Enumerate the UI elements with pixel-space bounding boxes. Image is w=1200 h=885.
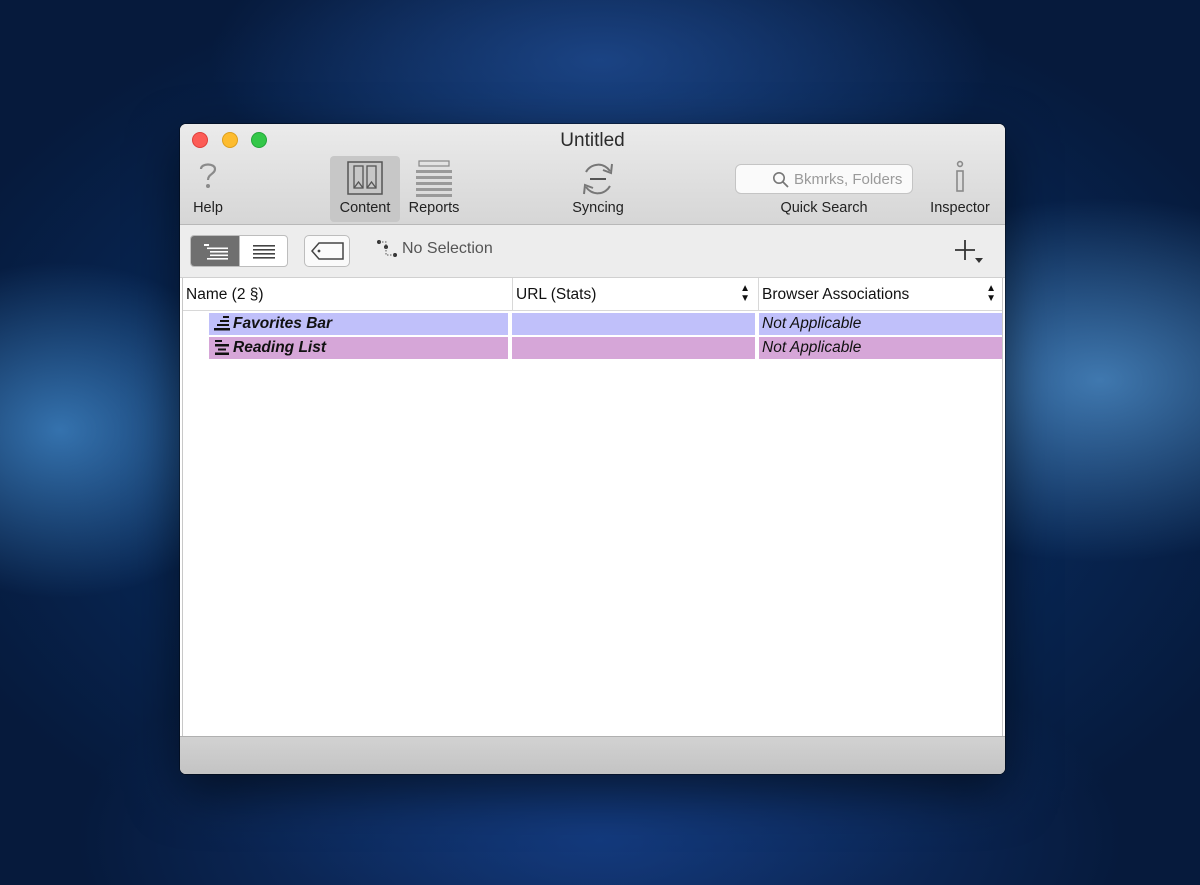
app-window: Untitled Help Content Reports Syncing Bk…	[180, 124, 1005, 774]
hierarchy-icon	[377, 240, 397, 257]
secondary-toolbar: No Selection	[180, 225, 1005, 278]
inspector-label: Inspector	[930, 200, 990, 216]
column-header-associations[interactable]: Browser Associations ▲ ▼	[758, 278, 1002, 310]
add-icon	[955, 240, 983, 263]
row-url-cell[interactable]	[512, 337, 755, 359]
quick-search-input[interactable]	[794, 168, 912, 190]
add-button[interactable]	[953, 237, 987, 267]
table-row[interactable]: Favorites Bar Not Applicable	[183, 313, 1002, 335]
selection-path: No Selection	[376, 240, 493, 258]
help-label: Help	[193, 200, 223, 216]
folder-bar-icon	[215, 340, 229, 355]
table-header: Name (2 §) URL (Stats) ▲ ▼ Browser Associ…	[183, 278, 1002, 311]
tag-button[interactable]	[304, 235, 350, 267]
quick-search-field[interactable]	[735, 164, 913, 194]
tag-icon	[311, 242, 344, 260]
inspector-button[interactable]: Inspector	[922, 156, 998, 222]
reports-tab[interactable]: Reports	[402, 156, 466, 222]
view-mode-segmented-control[interactable]	[190, 235, 288, 267]
outline-view-icon	[204, 244, 228, 260]
row-name-cell[interactable]: Reading List	[209, 337, 508, 359]
row-name: Favorites Bar	[233, 315, 333, 332]
inspector-icon	[956, 160, 964, 192]
reports-icon	[416, 160, 452, 197]
window-title: Untitled	[560, 130, 625, 151]
content-icon	[347, 161, 383, 195]
column-header-url[interactable]: URL (Stats) ▲ ▼	[512, 278, 756, 310]
column-header-name[interactable]: Name (2 §)	[186, 278, 510, 310]
list-view-button[interactable]	[239, 236, 287, 266]
quick-search-label: Quick Search	[780, 200, 868, 216]
row-name: Reading List	[233, 339, 327, 356]
help-button[interactable]: Help	[186, 156, 230, 222]
help-icon	[199, 163, 217, 188]
row-assoc-cell[interactable]: Not Applicable	[759, 313, 1002, 335]
window-footer	[180, 736, 1005, 774]
syncing-button[interactable]: Syncing	[564, 156, 632, 222]
content-label: Content	[339, 200, 391, 216]
title-bar: Untitled Help Content Reports Syncing Bk…	[180, 124, 1005, 225]
sort-arrows-icon: ▲ ▼	[740, 283, 750, 304]
row-assoc-cell[interactable]: Not Applicable	[759, 337, 1002, 359]
search-icon	[773, 172, 789, 188]
outline-view-button[interactable]	[191, 236, 239, 266]
bookmarks-table: Name (2 §) URL (Stats) ▲ ▼ Browser Associ…	[182, 278, 1003, 736]
content-tab[interactable]: Content	[330, 156, 400, 222]
reports-label: Reports	[408, 200, 460, 216]
column-header-url-label: URL (Stats)	[516, 286, 597, 303]
syncing-label: Syncing	[572, 200, 624, 216]
syncing-icon	[583, 163, 613, 195]
list-view-icon	[253, 245, 275, 259]
folder-bar-icon	[214, 316, 230, 331]
row-url-cell[interactable]	[512, 313, 755, 335]
sort-arrows-icon: ▲ ▼	[986, 283, 996, 304]
table-row[interactable]: Reading List Not Applicable	[183, 337, 1002, 359]
row-name-cell[interactable]: Favorites Bar	[209, 313, 508, 335]
selection-text: No Selection	[402, 240, 493, 257]
column-header-associations-label: Browser Associations	[762, 286, 910, 303]
